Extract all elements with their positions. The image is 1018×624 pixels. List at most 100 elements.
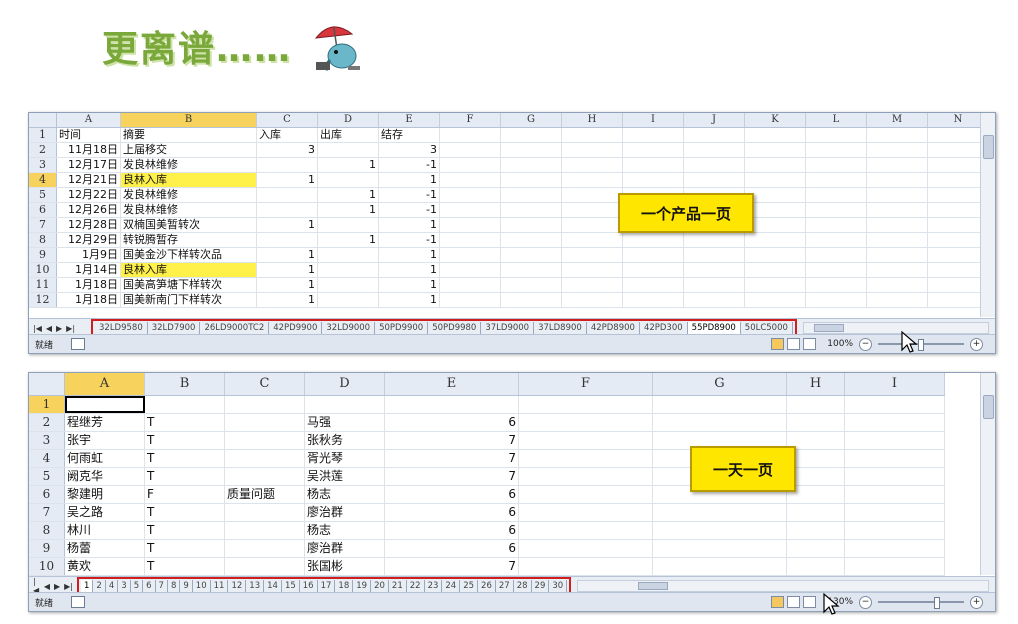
row-header[interactable]: 6	[29, 486, 65, 503]
cell-b3[interactable]: 发良林维修	[121, 158, 257, 172]
column-header-h[interactable]: H	[562, 113, 623, 127]
cell-d5[interactable]: 1	[318, 188, 379, 202]
cell-h3[interactable]	[562, 158, 623, 172]
row-header[interactable]: 8	[29, 233, 57, 247]
cell-m5[interactable]	[867, 188, 928, 202]
cell-f2[interactable]	[440, 143, 501, 157]
cell-l11[interactable]	[806, 278, 867, 292]
cell-g6[interactable]	[501, 203, 562, 217]
sheet-tab[interactable]: 17	[318, 580, 336, 592]
cell-j11[interactable]	[684, 278, 745, 292]
zoom-in-icon[interactable]: +	[970, 337, 983, 351]
cell-m10[interactable]	[867, 263, 928, 277]
cell-l3[interactable]	[806, 158, 867, 172]
cell-c6[interactable]	[257, 203, 318, 217]
row-header[interactable]: 6	[29, 203, 57, 217]
cell-d3[interactable]: 1	[318, 158, 379, 172]
cell-a9[interactable]: 杨蕾	[65, 540, 145, 557]
horizontal-scrollbar[interactable]	[802, 322, 989, 334]
cell-a8[interactable]: 12月29日	[57, 233, 121, 247]
column-header-m[interactable]: M	[867, 113, 928, 127]
cell-l4[interactable]	[806, 173, 867, 187]
cell-f7[interactable]	[519, 504, 653, 521]
cell-i4[interactable]	[845, 450, 945, 467]
sheet-tab[interactable]: 5	[131, 580, 144, 592]
cell-e2[interactable]: 6	[385, 414, 519, 431]
sheet-tab[interactable]: 26	[478, 580, 496, 592]
cell-d1[interactable]	[305, 396, 385, 413]
cell-m3[interactable]	[867, 158, 928, 172]
cell-h9[interactable]	[562, 248, 623, 262]
zoom-out-icon[interactable]: −	[859, 337, 872, 351]
zoom-out-icon[interactable]: −	[859, 595, 872, 609]
cell-f5[interactable]	[519, 468, 653, 485]
row-header[interactable]: 4	[29, 450, 65, 467]
cell-f10[interactable]	[519, 558, 653, 575]
page-layout-icon[interactable]	[787, 338, 801, 350]
cell-e9[interactable]: 1	[379, 248, 440, 262]
column-header-e[interactable]: E	[379, 113, 440, 127]
cell-a3[interactable]: 张宇	[65, 432, 145, 449]
cell-d6[interactable]: 杨志	[305, 486, 385, 503]
select-all-corner[interactable]	[29, 373, 65, 395]
cell-h6[interactable]	[562, 203, 623, 217]
sheet-tab[interactable]: 28	[514, 580, 532, 592]
column-header-k[interactable]: K	[745, 113, 806, 127]
sheet-tab[interactable]: 26LD9000TC2	[200, 322, 270, 334]
cell-b2[interactable]: T	[145, 414, 225, 431]
cell-i6[interactable]	[845, 486, 945, 503]
cell-k10[interactable]	[745, 263, 806, 277]
cell-f9[interactable]	[519, 540, 653, 557]
cell-i4[interactable]	[623, 173, 684, 187]
cell-l6[interactable]	[806, 203, 867, 217]
sheet-tab[interactable]: 13	[246, 580, 265, 592]
sheet-tab[interactable]: 7	[156, 580, 168, 592]
sheet-tab[interactable]: 12	[228, 580, 247, 592]
cell-c1[interactable]: 入库	[257, 128, 318, 142]
sheet-tab[interactable]: 32LD9000	[322, 322, 376, 334]
cell-m11[interactable]	[867, 278, 928, 292]
cell-m4[interactable]	[867, 173, 928, 187]
row-header[interactable]: 3	[29, 158, 57, 172]
cell-h4[interactable]	[562, 173, 623, 187]
cell-m12[interactable]	[867, 293, 928, 307]
cell-l7[interactable]	[806, 218, 867, 232]
cell-i1[interactable]	[845, 396, 945, 413]
cell-h1[interactable]	[787, 396, 845, 413]
cell-d4[interactable]: 胥光琴	[305, 450, 385, 467]
cell-j2[interactable]	[684, 143, 745, 157]
cell-f5[interactable]	[440, 188, 501, 202]
cell-b4[interactable]: T	[145, 450, 225, 467]
cell-e1[interactable]	[385, 396, 519, 413]
macro-record-icon[interactable]	[71, 338, 85, 350]
cell-d9[interactable]	[318, 248, 379, 262]
row-header[interactable]: 1	[29, 128, 57, 142]
sheet-tab[interactable]: 6	[143, 580, 156, 592]
sheet-tab[interactable]: 25	[460, 580, 479, 592]
cell-c3[interactable]	[257, 158, 318, 172]
cell-j4[interactable]	[684, 173, 745, 187]
cell-k2[interactable]	[745, 143, 806, 157]
cell-b7[interactable]: T	[145, 504, 225, 521]
row-header[interactable]: 10	[29, 558, 65, 575]
cell-i3[interactable]	[623, 158, 684, 172]
sheet-tab[interactable]: 10	[193, 580, 211, 592]
cell-c7[interactable]	[225, 504, 305, 521]
sheet-tab[interactable]: 24	[442, 580, 461, 592]
cell-f4[interactable]	[440, 173, 501, 187]
cell-b3[interactable]: T	[145, 432, 225, 449]
cell-i7[interactable]	[845, 504, 945, 521]
zoom-in-icon[interactable]: +	[970, 595, 983, 609]
column-header-i[interactable]: I	[845, 373, 945, 395]
cell-l12[interactable]	[806, 293, 867, 307]
cell-g9[interactable]	[653, 540, 787, 557]
row-header[interactable]: 2	[29, 143, 57, 157]
column-header-f[interactable]: F	[519, 373, 653, 395]
cell-b9[interactable]: 国美金沙下样转次品	[121, 248, 257, 262]
column-header-g[interactable]: G	[501, 113, 562, 127]
cell-c4[interactable]	[225, 450, 305, 467]
cell-m2[interactable]	[867, 143, 928, 157]
cell-f1[interactable]	[519, 396, 653, 413]
cell-b6[interactable]: F	[145, 486, 225, 503]
cell-m1[interactable]	[867, 128, 928, 142]
